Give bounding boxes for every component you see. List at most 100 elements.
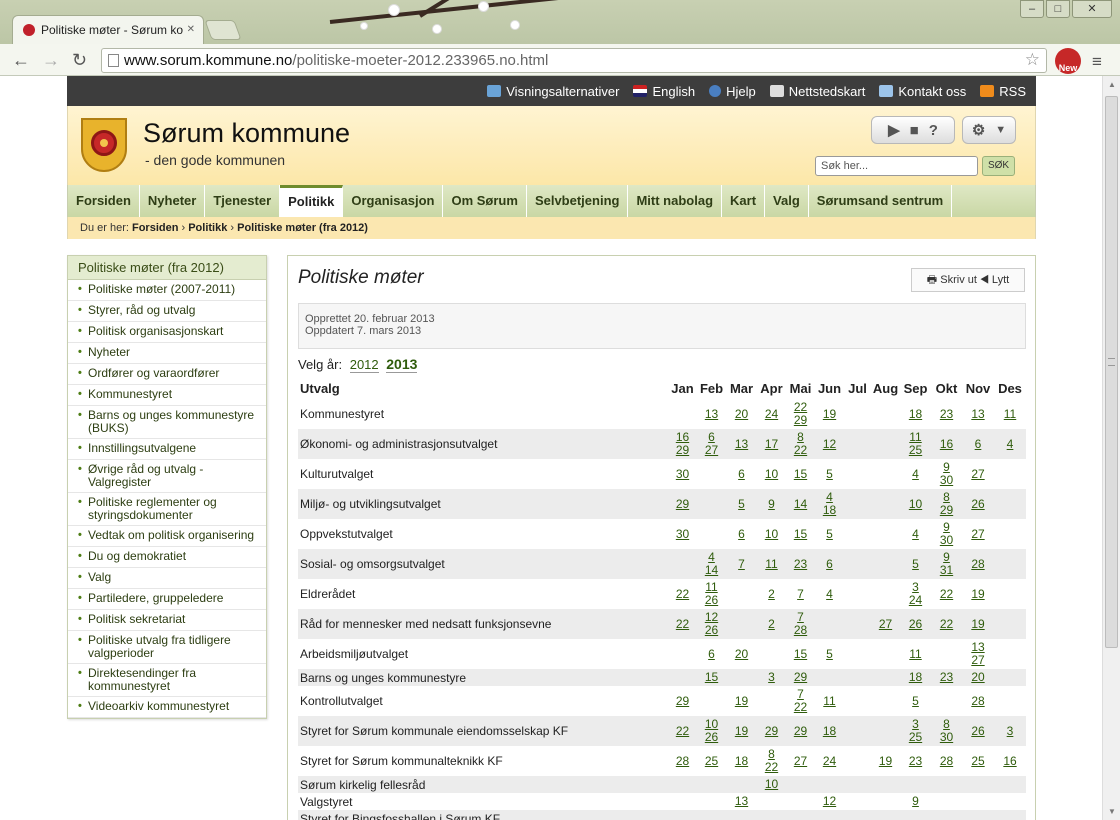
meeting-date-link[interactable]: 5 — [815, 467, 844, 481]
meeting-date-link[interactable]: 11 — [757, 557, 786, 571]
site-name[interactable]: Sørum kommune — [143, 118, 350, 149]
meeting-date-link[interactable]: 26 — [697, 624, 726, 637]
search-input[interactable]: Søk her... — [815, 156, 978, 176]
nav-kart[interactable]: Kart — [722, 185, 766, 217]
meeting-date-link[interactable]: 15 — [786, 527, 815, 541]
back-arrow-icon[interactable]: ← — [12, 50, 30, 70]
extension-icon[interactable]: New — [1055, 48, 1081, 74]
meeting-date-link[interactable]: 26 — [962, 724, 994, 738]
sidebar-item[interactable]: Partiledere, gruppeledere — [68, 589, 266, 610]
browser-menu-icon[interactable]: ≡ — [1092, 52, 1102, 72]
meeting-date-link[interactable]: 23 — [931, 671, 962, 684]
new-tab-button[interactable] — [204, 20, 242, 40]
breadcrumb-forsiden[interactable]: Forsiden — [132, 222, 178, 234]
meeting-date-link[interactable]: 22 — [786, 701, 815, 714]
meeting-date-link[interactable]: 19 — [726, 724, 757, 738]
meeting-date-link[interactable]: 12 — [815, 795, 844, 808]
meeting-date-link[interactable]: 15 — [786, 647, 815, 661]
nav-om-sorum[interactable]: Om Sørum — [443, 185, 527, 217]
meeting-date-link[interactable]: 24 — [757, 407, 786, 421]
nav-selvbetjening[interactable]: Selvbetjening — [527, 185, 629, 217]
sitemap-link[interactable]: Nettstedskart — [769, 84, 865, 99]
breadcrumb-politikk[interactable]: Politikk — [188, 222, 227, 234]
meeting-date-link[interactable]: 15 — [786, 467, 815, 481]
nav-mitt-nabolag[interactable]: Mitt nabolag — [628, 185, 723, 217]
meeting-date-link[interactable]: 30 — [668, 527, 697, 541]
meeting-date-link[interactable]: 27 — [962, 467, 994, 481]
sidebar-item[interactable]: Ordfører og varaordfører — [68, 364, 266, 385]
meeting-date-link[interactable]: 29 — [786, 724, 815, 738]
meeting-date-link[interactable]: 26 — [697, 594, 726, 607]
close-window-icon[interactable]: ✕ — [1072, 0, 1112, 18]
meeting-date-link[interactable]: 25 — [697, 754, 726, 768]
nav-nyheter[interactable]: Nyheter — [140, 185, 206, 217]
help-link[interactable]: Hjelp — [709, 84, 756, 99]
meeting-date-link[interactable]: 2 — [757, 617, 786, 631]
meeting-date-link[interactable]: 22 — [931, 617, 962, 631]
nav-valg[interactable]: Valg — [765, 185, 809, 217]
meeting-date-link[interactable]: 5 — [900, 694, 931, 708]
meeting-date-link[interactable]: 15 — [697, 671, 726, 684]
meeting-date-link[interactable]: 13 — [726, 437, 757, 451]
meeting-date-link[interactable]: 7 — [786, 587, 815, 601]
meeting-date-link[interactable]: 19 — [726, 694, 757, 708]
stop-icon[interactable]: ■ — [910, 122, 919, 139]
meeting-date-link[interactable]: 22 — [668, 587, 697, 601]
meeting-date-link[interactable]: 27 — [697, 444, 726, 457]
meeting-date-link[interactable]: 30 — [931, 731, 962, 744]
listen-link[interactable]: Lytt — [992, 274, 1009, 286]
meeting-date-link[interactable]: 10 — [757, 778, 786, 791]
meeting-date-link[interactable]: 5 — [815, 647, 844, 661]
meeting-date-link[interactable]: 18 — [815, 504, 844, 517]
meeting-date-link[interactable]: 25 — [962, 754, 994, 768]
meeting-date-link[interactable]: 28 — [786, 624, 815, 637]
meeting-date-link[interactable]: 29 — [757, 724, 786, 738]
search-button[interactable]: SØK — [982, 156, 1015, 176]
maximize-icon[interactable]: □ — [1046, 0, 1070, 18]
meeting-date-link[interactable]: 27 — [786, 754, 815, 768]
meeting-date-link[interactable]: 5 — [815, 527, 844, 541]
meeting-date-link[interactable]: 28 — [962, 557, 994, 571]
sidebar-item[interactable]: Direktesendinger fra kommunestyret — [68, 664, 266, 697]
meeting-date-link[interactable]: 13 — [962, 407, 994, 421]
meeting-date-link[interactable]: 19 — [962, 617, 994, 631]
meeting-date-link[interactable]: 23 — [900, 754, 931, 768]
bookmark-star-icon[interactable]: ☆ — [1025, 50, 1040, 70]
sidebar-item[interactable]: Politiske møter (2007-2011) — [68, 280, 266, 301]
meeting-date-link[interactable]: 6 — [726, 467, 757, 481]
meeting-date-link[interactable]: 25 — [900, 731, 931, 744]
meeting-date-link[interactable]: 18 — [900, 671, 931, 684]
sidebar-item[interactable]: Kommunestyret — [68, 385, 266, 406]
nav-organisasjon[interactable]: Organisasjon — [343, 185, 444, 217]
rss-link[interactable]: RSS — [980, 84, 1026, 99]
meeting-date-link[interactable]: 4 — [900, 527, 931, 541]
meeting-date-link[interactable]: 18 — [726, 754, 757, 768]
meeting-date-link[interactable]: 9 — [900, 795, 931, 808]
meeting-date-link[interactable]: 5 — [726, 497, 757, 511]
sidebar-item[interactable]: Politisk organisasjonskart — [68, 322, 266, 343]
meeting-date-link[interactable]: 6 — [726, 527, 757, 541]
sidebar-item[interactable]: Nyheter — [68, 343, 266, 364]
meeting-date-link[interactable]: 24 — [815, 754, 844, 768]
meeting-date-link[interactable]: 5 — [900, 557, 931, 571]
meeting-date-link[interactable]: 24 — [900, 594, 931, 607]
meeting-date-link[interactable]: 6 — [697, 647, 726, 661]
scrollbar-thumb[interactable] — [1105, 96, 1118, 648]
contact-link[interactable]: Kontakt oss — [879, 84, 966, 99]
meeting-date-link[interactable]: 19 — [815, 407, 844, 421]
meeting-date-link[interactable]: 9 — [757, 497, 786, 511]
meeting-date-link[interactable]: 28 — [668, 754, 697, 768]
meeting-date-link[interactable]: 18 — [815, 724, 844, 738]
meeting-date-link[interactable]: 28 — [931, 754, 962, 768]
meeting-date-link[interactable]: 4 — [994, 437, 1026, 451]
play-icon[interactable]: ▶ — [888, 121, 900, 139]
coat-of-arms-logo[interactable] — [81, 118, 127, 172]
meeting-date-link[interactable]: 26 — [900, 617, 931, 631]
sidebar-item[interactable]: Styrer, råd og utvalg — [68, 301, 266, 322]
meeting-date-link[interactable]: 30 — [931, 474, 962, 487]
meeting-date-link[interactable]: 31 — [931, 564, 962, 577]
meeting-date-link[interactable]: 16 — [931, 437, 962, 451]
forward-arrow-icon[interactable]: → — [42, 50, 60, 70]
meeting-date-link[interactable]: 11 — [815, 694, 844, 708]
year-2013-link[interactable]: 2013 — [386, 356, 418, 373]
